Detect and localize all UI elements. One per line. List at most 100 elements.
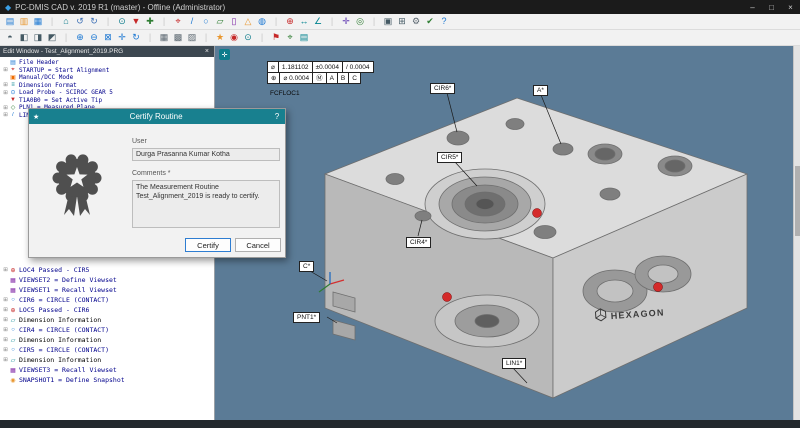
- tree-row[interactable]: ⊞ ○ CIR5 = CIRCLE (CONTACT): [2, 345, 212, 355]
- toolbar-icon[interactable]: ✚: [143, 15, 157, 28]
- tree-row[interactable]: ⊞ ○ CIR6 = CIRCLE (CONTACT): [2, 295, 212, 305]
- tree-row[interactable]: ⊞ ▱ Dimension Information: [2, 335, 212, 345]
- toolbar-icon[interactable]: ⊖: [87, 31, 101, 44]
- fcf-feature-name[interactable]: FCFLOC1: [270, 90, 300, 97]
- toolbar-icon[interactable]: △: [241, 15, 255, 28]
- tree-row[interactable]: ⊞ ⊙ Load Probe - SCIROC GEAR 5: [2, 89, 212, 97]
- hole[interactable]: [534, 226, 556, 239]
- toolbar-icon[interactable]: |: [367, 15, 381, 28]
- feature-label[interactable]: CIR5*: [437, 152, 462, 163]
- toolbar-icon[interactable]: ▦: [31, 15, 45, 28]
- dialog-header[interactable]: ★ Certify Routine ?: [29, 109, 285, 124]
- tree-row[interactable]: ⊞ ⌖ STARTUP = Start Alignment: [2, 67, 212, 75]
- user-field[interactable]: [132, 148, 280, 161]
- toolbar-icon[interactable]: ◨: [31, 31, 45, 44]
- expander-icon[interactable]: ⊞: [2, 82, 9, 88]
- toolbar-icon[interactable]: ○: [199, 15, 213, 28]
- toolbar-icon[interactable]: ◩: [45, 31, 59, 44]
- expander-icon[interactable]: ⊞: [2, 67, 9, 73]
- expander-icon[interactable]: ⊞: [2, 337, 9, 343]
- feature-label[interactable]: CIR4*: [406, 237, 431, 248]
- scrollbar-thumb[interactable]: [795, 166, 800, 236]
- toolbar-icon[interactable]: ▩: [171, 31, 185, 44]
- certify-button[interactable]: Certify: [185, 238, 231, 252]
- expander-icon[interactable]: ⊞: [2, 297, 9, 303]
- tree-row[interactable]: ▤ File Header: [2, 59, 212, 67]
- toolbar-icon[interactable]: |: [325, 15, 339, 28]
- close-button[interactable]: ×: [781, 3, 800, 12]
- fcf-annotation[interactable]: ⌀ 1.181102 ±0.0004 / 0.0004 ⊕ ⌀ 0.0004 Ⓜ…: [268, 62, 374, 84]
- expander-icon[interactable]: ⊞: [2, 90, 9, 96]
- toolbar-icon[interactable]: ↻: [129, 31, 143, 44]
- toolbar-icon[interactable]: |: [269, 15, 283, 28]
- tree-row[interactable]: ◉ SNAPSHOT1 = Define Snapshot: [2, 375, 212, 385]
- feature-label[interactable]: PNT1*: [293, 312, 320, 323]
- tree-row[interactable]: ▦ VIEWSET2 = Define Viewset: [2, 275, 212, 285]
- feature-label[interactable]: CIR6*: [430, 83, 455, 94]
- help-icon[interactable]: ?: [269, 112, 285, 121]
- expander-icon[interactable]: ⊞: [2, 357, 9, 363]
- toolbar-icon[interactable]: ✔: [423, 15, 437, 28]
- toolbar-icon[interactable]: |: [59, 31, 73, 44]
- toolbar-icon[interactable]: ✛: [115, 31, 129, 44]
- toolbar-icon[interactable]: ◎: [353, 15, 367, 28]
- tree-row[interactable]: ⊞ ⊕ LOC5 Passed - CIR6: [2, 305, 212, 315]
- toolbar-icon[interactable]: ◓: [3, 31, 17, 44]
- expander-icon[interactable]: ⊞: [2, 307, 9, 313]
- edit-window-close-icon[interactable]: ×: [203, 48, 211, 55]
- maximize-button[interactable]: □: [762, 3, 781, 12]
- toolbar-icon[interactable]: ∠: [311, 15, 325, 28]
- hole[interactable]: [600, 188, 620, 200]
- tree-row[interactable]: ▦ VIEWSET3 = Recall Viewset: [2, 365, 212, 375]
- toolbar-icon[interactable]: ▨: [185, 31, 199, 44]
- toolbar-icon[interactable]: |: [157, 15, 171, 28]
- tree-row[interactable]: ▣ Manual/DCC Mode: [2, 74, 212, 82]
- hole-cir6[interactable]: [447, 131, 469, 145]
- expander-icon[interactable]: ⊞: [2, 112, 9, 118]
- comments-field[interactable]: The Measurement Routine Test_Alignment_2…: [132, 180, 280, 228]
- toolbar-icon[interactable]: ⊕: [283, 15, 297, 28]
- expander-icon[interactable]: ⊞: [2, 347, 9, 353]
- toolbar-icon[interactable]: |: [255, 31, 269, 44]
- toolbar-icon[interactable]: ▤: [297, 31, 311, 44]
- toolbar-icon[interactable]: ?: [437, 15, 451, 28]
- hole-datum-a[interactable]: [553, 143, 573, 155]
- toolbar-icon[interactable]: ▣: [381, 15, 395, 28]
- toolbar-icon[interactable]: ▦: [157, 31, 171, 44]
- tree-row[interactable]: ⊞ ⊕ LOC4 Passed - CIR5: [2, 265, 212, 275]
- toolbar-icon[interactable]: ▯: [227, 15, 241, 28]
- toolbar-icon[interactable]: ⌂: [59, 15, 73, 28]
- toolbar-icon[interactable]: ▥: [17, 15, 31, 28]
- toolbar-icon[interactable]: ⌖: [283, 31, 297, 44]
- hole[interactable]: [506, 119, 524, 130]
- cancel-button[interactable]: Cancel: [235, 238, 281, 252]
- expander-icon[interactable]: ⊞: [2, 317, 9, 323]
- toolbar-icon[interactable]: ↺: [73, 15, 87, 28]
- toolbar-icon[interactable]: ⚑: [269, 31, 283, 44]
- hole-cir4[interactable]: [415, 211, 431, 221]
- tree-row[interactable]: ⊞ ▱ Dimension Information: [2, 355, 212, 365]
- graphics-viewport[interactable]: HEXAGON ✛ ⌀ 1.181102 ±0.0004 / 0.0004 ⊕ …: [215, 46, 800, 420]
- probe-window-icon[interactable]: ✛: [219, 49, 230, 60]
- toolbar-icon[interactable]: ⊠: [101, 31, 115, 44]
- toolbar-icon[interactable]: |: [199, 31, 213, 44]
- toolbar-icon[interactable]: ✛: [339, 15, 353, 28]
- toolbar-icon[interactable]: ◉: [227, 31, 241, 44]
- edit-window-header[interactable]: Edit Window - Test_Alignment_2019.PRG ×: [0, 46, 214, 57]
- feature-label[interactable]: LIN1*: [502, 358, 526, 369]
- tree-row[interactable]: ⊞ ≡ Dimension Format: [2, 82, 212, 90]
- toolbar-icon[interactable]: /: [185, 15, 199, 28]
- toolbar-icon[interactable]: |: [143, 31, 157, 44]
- toolbar-icon[interactable]: ↔: [297, 15, 311, 28]
- toolbar-icon[interactable]: ★: [213, 31, 227, 44]
- tree-row[interactable]: ▦ VIEWSET1 = Recall Viewset: [2, 285, 212, 295]
- toolbar-icon[interactable]: ▱: [213, 15, 227, 28]
- toolbar-icon[interactable]: ⊙: [115, 15, 129, 28]
- tree-row[interactable]: ▼ T1A0B0 = Set Active Tip: [2, 97, 212, 105]
- expander-icon[interactable]: ⊞: [2, 267, 9, 273]
- toolbar-icon[interactable]: ⊙: [241, 31, 255, 44]
- expander-icon[interactable]: ⊞: [2, 327, 9, 333]
- toolbar-icon[interactable]: ⊞: [395, 15, 409, 28]
- tree-row[interactable]: ⊞ ▱ Dimension Information: [2, 315, 212, 325]
- vertical-scrollbar[interactable]: [793, 46, 800, 420]
